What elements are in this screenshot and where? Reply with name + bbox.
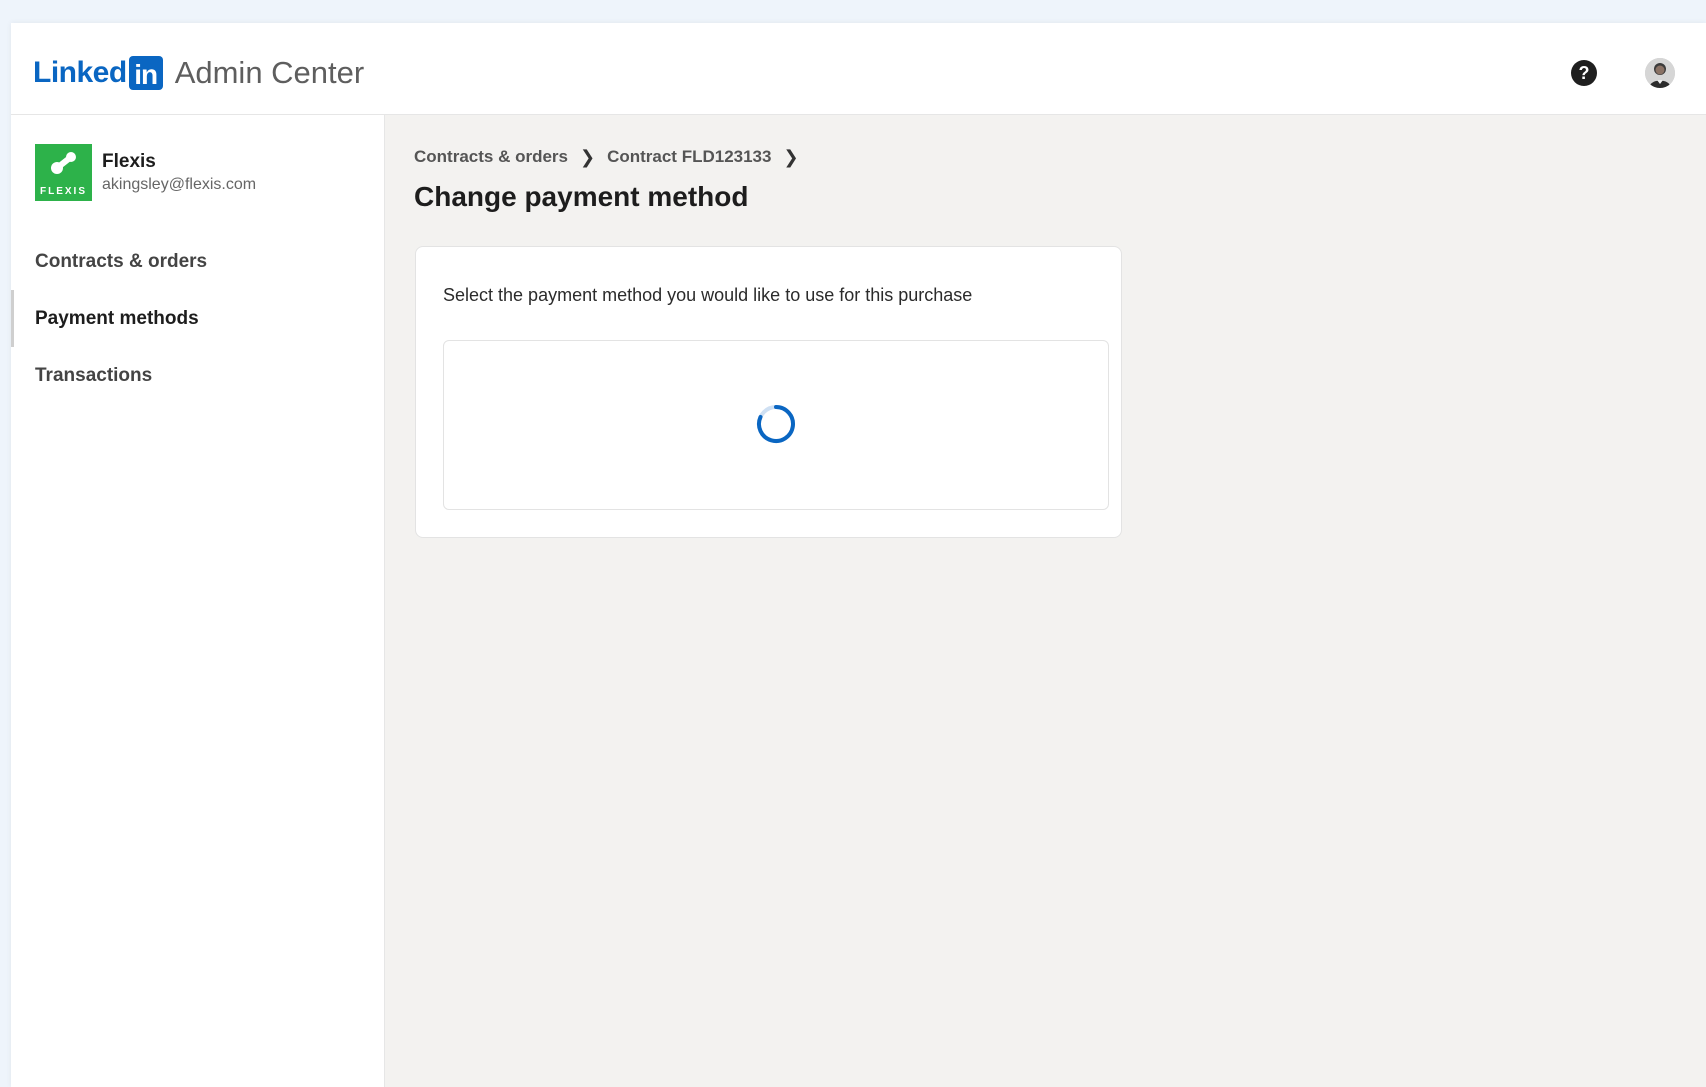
help-glyph: ? (1578, 62, 1590, 83)
breadcrumb: Contracts & orders ❯ Contract FLD123133 … (414, 145, 811, 169)
loading-spinner-icon (757, 405, 795, 443)
sidebar-item-payment-methods[interactable]: Payment methods (11, 290, 384, 347)
sidebar-item-transactions[interactable]: Transactions (11, 347, 384, 404)
page-title: Change payment method (414, 181, 749, 212)
org-logo-text: FLEXIS (39, 186, 87, 197)
sidebar: FLEXIS Flexis akingsley@flexis.com Contr… (11, 115, 385, 1087)
admin-center-app: Linked in Admin Center ? FLEXIS Flexis a… (11, 23, 1706, 1087)
breadcrumb-contracts-orders[interactable]: Contracts & orders (414, 147, 568, 167)
flexis-logo-icon (51, 152, 76, 174)
top-bar: Linked in Admin Center ? (11, 23, 1706, 115)
linkedin-in-box: in (128, 56, 163, 90)
brand-box-text: in (134, 59, 158, 90)
help-icon[interactable]: ? (1571, 60, 1597, 86)
product-name: Admin Center (174, 55, 365, 90)
avatar[interactable] (1645, 58, 1675, 88)
org-name: Flexis (102, 151, 156, 172)
avatar-image (1645, 58, 1675, 88)
breadcrumb-contract[interactable]: Contract FLD123133 (607, 147, 771, 167)
linkedin-admin-center-logo[interactable]: Linked in Admin Center (33, 56, 364, 90)
chevron-right-icon: ❯ (579, 146, 596, 167)
payment-methods-loading-area (443, 340, 1109, 510)
sidebar-item-contracts-orders[interactable]: Contracts & orders (11, 233, 384, 290)
payment-method-card: Select the payment method you would like… (415, 246, 1122, 538)
chevron-right-icon: ❯ (783, 146, 799, 167)
org-header: FLEXIS Flexis akingsley@flexis.com (35, 144, 256, 201)
brand-wordmark: Linked (33, 56, 127, 89)
sidebar-nav: Contracts & orders Payment methods Trans… (11, 233, 384, 404)
card-instruction: Select the payment method you would like… (443, 285, 973, 305)
org-email: akingsley@flexis.com (102, 176, 257, 193)
org-logo: FLEXIS (35, 144, 92, 201)
org-info: Flexis akingsley@flexis.com (102, 150, 256, 201)
